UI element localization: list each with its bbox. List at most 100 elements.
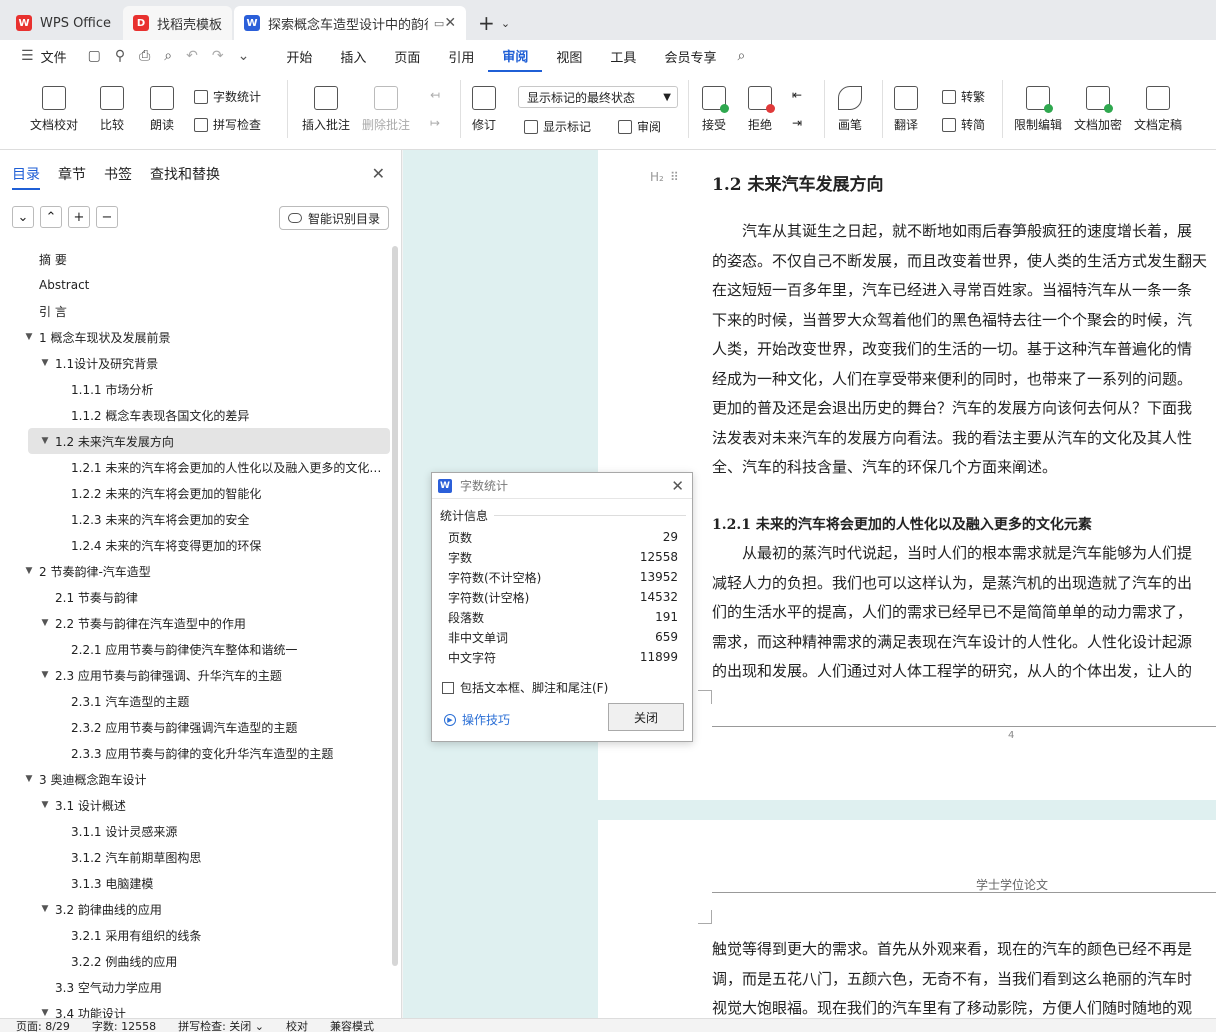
toc-item[interactable]: 1.2.1 未来的汽车将会更加的人性化以及融入更多的文化… [0, 454, 392, 480]
encrypt-button[interactable]: 文档加密 [1074, 86, 1122, 133]
checkbox-box[interactable] [442, 681, 454, 694]
tab-toc[interactable]: 目录 [12, 164, 40, 190]
reject-button[interactable]: 拒绝 [748, 86, 775, 133]
show-markup-button[interactable]: 显示标记 [524, 118, 591, 135]
expand-icon[interactable]: ⌄ [12, 206, 34, 228]
tab-template[interactable]: D 找稻壳模板 [123, 6, 233, 40]
close-button[interactable]: 关闭 [608, 703, 684, 731]
toc-item[interactable]: ▼ 2.3 应用节奏与韵律强调、升华汽车的主题 [0, 662, 392, 688]
toc-item[interactable]: ▼ 2 节奏韵律-汽车造型 [0, 558, 392, 584]
heading-level-marker[interactable]: H₂ [650, 170, 664, 184]
toc-item[interactable]: 1.1.1 市场分析 [0, 376, 392, 402]
menu-review[interactable]: 审阅 [488, 40, 543, 72]
toc-item[interactable]: ▼ 3.1 设计概述 [0, 792, 392, 818]
insert-comment-button[interactable]: 插入批注 [302, 86, 350, 133]
toc-item[interactable]: Abstract [0, 272, 392, 298]
toggle-arrow-icon[interactable]: ▼ [38, 436, 52, 446]
toc-item[interactable]: 3.1.2 汽车前期草图构思 [0, 844, 392, 870]
tab-find-replace[interactable]: 查找和替换 [150, 164, 220, 190]
tips-link[interactable]: ▶ 操作技巧 [444, 711, 510, 728]
toc-item[interactable]: 2.2.1 应用节奏与韵律使汽车整体和谐统一 [0, 636, 392, 662]
track-changes-button[interactable]: 修订 [472, 86, 496, 133]
toc-item[interactable]: ▼ 3 奥迪概念跑车设计 [0, 766, 392, 792]
menu-home[interactable]: 开始 [272, 40, 326, 72]
smart-toc-button[interactable]: 智能识别目录 [278, 206, 389, 230]
to-traditional-button[interactable]: 转繁 [942, 88, 985, 105]
close-dialog-icon[interactable]: ✕ [671, 477, 684, 495]
menu-tools[interactable]: 工具 [596, 40, 650, 72]
next-change-icon[interactable]: ⇥ [792, 116, 802, 130]
tab-document[interactable]: W 探索概念车造型设计中的韵律 ▭ ✕ [234, 6, 467, 40]
prev-change-icon[interactable]: ⇤ [792, 88, 802, 102]
toc-item[interactable]: 1.1.2 概念车表现各国文化的差异 [0, 402, 392, 428]
menu-file[interactable]: 文件 [41, 47, 67, 66]
status-spell[interactable]: 拼写检查: 关闭 ⌄ [178, 1018, 264, 1032]
toc-item[interactable]: ▼ 3.2 韵律曲线的应用 [0, 896, 392, 922]
toggle-arrow-icon[interactable]: ▼ [22, 332, 36, 342]
tab-sections[interactable]: 章节 [58, 164, 86, 190]
toc-item[interactable]: 1.2.3 未来的汽车将会更加的安全 [0, 506, 392, 532]
menu-insert[interactable]: 插入 [326, 40, 380, 72]
compare-button[interactable]: 比较 [100, 86, 124, 133]
toc-item[interactable]: 3.1.3 电脑建模 [0, 870, 392, 896]
toggle-arrow-icon[interactable]: ▼ [22, 774, 36, 784]
tab-wps-office[interactable]: W WPS Office [6, 6, 121, 40]
new-tab-icon[interactable]: + ⌄ [468, 6, 520, 40]
redo-icon[interactable]: ↷ [205, 48, 231, 64]
remove-heading-icon[interactable]: − [96, 206, 118, 228]
tab-bookmarks[interactable]: 书签 [104, 164, 132, 190]
accept-button[interactable]: 接受 [702, 86, 729, 133]
toc-item[interactable]: 2.3.2 应用节奏与韵律强调汽车造型的主题 [0, 714, 392, 740]
toggle-arrow-icon[interactable]: ▼ [38, 618, 52, 628]
print-icon[interactable]: ⎙ [132, 48, 157, 64]
read-aloud-button[interactable]: 朗读 [150, 86, 174, 133]
add-heading-icon[interactable]: + [68, 206, 90, 228]
status-page[interactable]: 页面: 8/29 [16, 1018, 70, 1032]
review-pane-button[interactable]: 审阅 [618, 118, 661, 135]
toc-item[interactable]: 2.3.3 应用节奏与韵律的变化升华汽车造型的主题 [0, 740, 392, 766]
toc-item[interactable]: 摘 要 [0, 246, 392, 272]
drag-handle-icon[interactable]: ⠿ [670, 170, 679, 184]
toc-item[interactable]: 2.1 节奏与韵律 [0, 584, 392, 610]
toggle-arrow-icon[interactable]: ▼ [22, 566, 36, 576]
share-icon[interactable]: ⚲ [108, 48, 132, 64]
to-simplified-button[interactable]: 转简 [942, 116, 985, 133]
hamburger-icon[interactable]: ☰ [14, 48, 41, 64]
menu-view[interactable]: 视图 [542, 40, 596, 72]
toc-item[interactable]: 3.2.1 采用有组织的线条 [0, 922, 392, 948]
quick-more-icon[interactable]: ⌄ [231, 48, 257, 64]
toggle-arrow-icon[interactable]: ▼ [38, 904, 52, 914]
next-comment-icon[interactable]: ↦ [430, 116, 440, 130]
toc-item[interactable]: ▼ 1.1设计及研究背景 [0, 350, 392, 376]
include-textbox-checkbox[interactable]: 包括文本框、脚注和尾注(F) [442, 679, 608, 696]
toggle-arrow-icon[interactable]: ▼ [38, 800, 52, 810]
close-pane-icon[interactable]: ✕ [372, 164, 385, 183]
menu-member[interactable]: 会员专享 [650, 40, 730, 72]
restrict-edit-button[interactable]: 限制编辑 [1014, 86, 1062, 133]
status-words[interactable]: 字数: 12558 [92, 1018, 156, 1032]
status-proof[interactable]: 校对 [286, 1018, 308, 1032]
toc-item[interactable]: 引 言 [0, 298, 392, 324]
toggle-arrow-icon[interactable]: ▼ [38, 670, 52, 680]
delete-comment-button[interactable]: 删除批注 [362, 86, 410, 133]
translate-button[interactable]: 翻译 [894, 86, 918, 133]
toc-item[interactable]: 3.2.2 例曲线的应用 [0, 948, 392, 974]
toggle-arrow-icon[interactable]: ▼ [38, 1008, 52, 1018]
undo-icon[interactable]: ↶ [179, 48, 205, 64]
toc-item[interactable]: 1.2.2 未来的汽车将会更加的智能化 [0, 480, 392, 506]
toc-item[interactable]: 2.3.1 汽车造型的主题 [0, 688, 392, 714]
toc-item[interactable]: 3.3 空气动力学应用 [0, 974, 392, 1000]
collapse-icon[interactable]: ⌃ [40, 206, 62, 228]
toc-item[interactable]: 3.1.1 设计灵感来源 [0, 818, 392, 844]
doc-check-button[interactable]: 文档校对 [30, 86, 78, 133]
save-icon[interactable]: ▢ [81, 48, 108, 64]
chevron-down-icon[interactable]: ⌄ [501, 17, 510, 30]
close-tab-icon[interactable]: ✕ [444, 15, 456, 31]
menu-page[interactable]: 页面 [380, 40, 434, 72]
finalize-button[interactable]: 文档定稿 [1134, 86, 1182, 133]
prev-comment-icon[interactable]: ↤ [430, 88, 440, 102]
word-count-button[interactable]: 字数统计 [194, 88, 261, 105]
pen-button[interactable]: 画笔 [838, 86, 862, 133]
menu-reference[interactable]: 引用 [434, 40, 488, 72]
search-icon[interactable]: ⌕ [730, 48, 752, 64]
